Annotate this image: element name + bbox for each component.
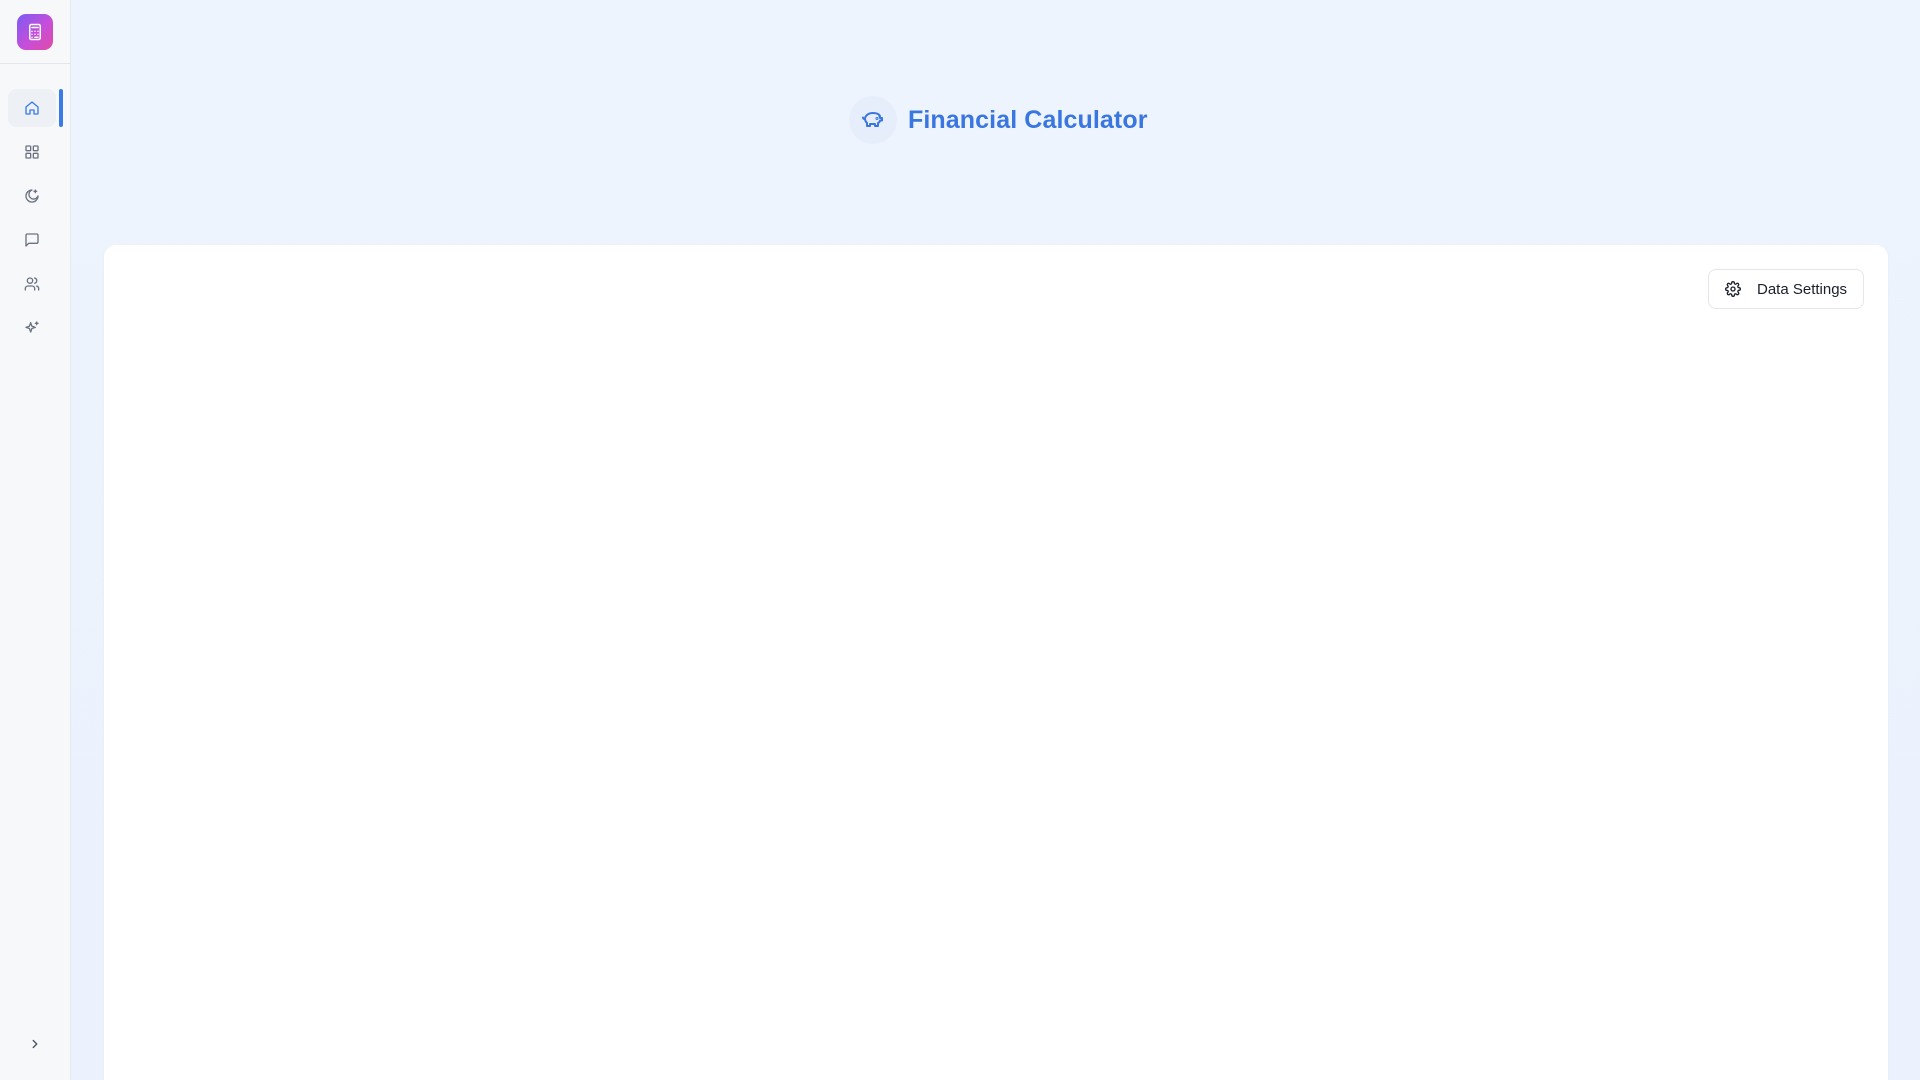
- data-settings-label: Data Settings: [1757, 280, 1848, 298]
- home-icon: [25, 101, 39, 115]
- sidebar: [0, 0, 71, 1080]
- chevron-right-icon: [32, 1039, 38, 1049]
- grid-icon: [25, 145, 39, 159]
- sidebar-item-messages[interactable]: [8, 221, 56, 259]
- sidebar-item-users[interactable]: [8, 265, 56, 303]
- logo-area: [0, 0, 71, 64]
- sidebar-item-theme[interactable]: [8, 177, 56, 215]
- expand-sidebar-button[interactable]: [23, 1032, 47, 1056]
- sidebar-item-home[interactable]: [8, 89, 56, 127]
- users-icon: [24, 277, 40, 291]
- sidebar-item-ai[interactable]: [8, 309, 56, 347]
- page-header: Financial Calculator: [849, 96, 1148, 144]
- sparkles-icon: [25, 321, 39, 333]
- page-title: Financial Calculator: [908, 105, 1148, 134]
- calculator-logo-icon[interactable]: [17, 14, 53, 50]
- main-panel: Data Settings: [104, 245, 1888, 1080]
- sidebar-item-apps[interactable]: [8, 133, 56, 171]
- piggy-bank-icon: [849, 96, 897, 144]
- moon-sparkle-icon: [25, 189, 39, 203]
- gear-icon: [1725, 281, 1741, 297]
- active-indicator: [59, 89, 63, 127]
- message-icon: [25, 233, 39, 247]
- data-settings-button[interactable]: Data Settings: [1708, 269, 1864, 309]
